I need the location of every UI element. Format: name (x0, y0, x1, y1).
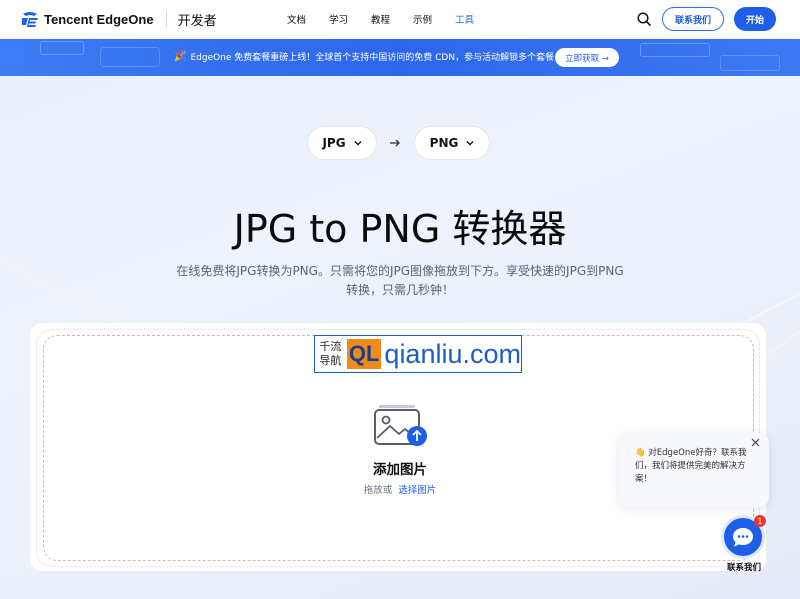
nav-learn[interactable]: 学习 (329, 12, 348, 26)
brand-section: 开发者 (177, 13, 217, 29)
banner-message: 🎉 EdgeOne 免费套餐重磅上线！全球首个支持中国访问的免费 CDN，参与活… (174, 50, 563, 63)
start-button[interactable]: 开始 (734, 7, 776, 31)
from-format-label: JPG (322, 136, 346, 150)
chat-popup: 👋 对EdgeOne好奇？联系我们，我们将提供完美的解决方案！ (619, 433, 769, 507)
page-title: JPG to PNG 转换器 (233, 207, 567, 251)
brand-logo[interactable]: Tencent EdgeOne 开发者 (20, 9, 217, 29)
qianliu-watermark: 千流 导航 QL qianliu.com (314, 335, 522, 373)
banner-decoration (720, 55, 780, 71)
image-upload-icon (374, 405, 427, 446)
watermark-cn-top: 千流 (319, 340, 342, 353)
chevron-down-icon (354, 141, 362, 146)
nav-tools[interactable]: 工具 (455, 12, 474, 26)
nav-docs[interactable]: 文档 (287, 12, 306, 26)
main-nav: 文档 学习 教程 示例 工具 (287, 12, 497, 26)
from-format-select[interactable]: JPG (307, 126, 377, 160)
chevron-down-icon (466, 141, 474, 146)
page-description: 在线免费将JPG转换为PNG。只需将您的JPG图像拖放到下方。享受快速的JPG到… (176, 264, 624, 297)
banner-decoration (40, 41, 84, 55)
search-icon[interactable] (636, 11, 652, 27)
banner-text: EdgeOne 免费套餐重磅上线！全球首个支持中国访问的免费 CDN，参与活动解… (190, 53, 564, 63)
chat-bubble-icon (733, 528, 753, 547)
to-format-label: PNG (429, 136, 459, 150)
watermark-cn-bottom: 导航 (319, 354, 342, 367)
promo-banner: 🎉 EdgeOne 免费套餐重磅上线！全球首个支持中国访问的免费 CDN，参与活… (0, 39, 800, 76)
party-popper-icon: 🎉 (174, 51, 187, 62)
chat-notification-badge: 1 (754, 515, 766, 527)
banner-decoration (100, 47, 160, 67)
arrow-right-icon (390, 139, 400, 147)
brand-name: Tencent EdgeOne (44, 11, 154, 27)
chat-label[interactable]: 联系我们 (718, 561, 770, 573)
select-image-link[interactable]: 选择图片 (398, 485, 436, 496)
chat-message: 👋 对EdgeOne好奇？联系我们，我们将提供完美的解决方案！ (635, 448, 747, 484)
to-format-select[interactable]: PNG (414, 126, 490, 160)
contact-us-button[interactable]: 联系我们 (662, 7, 724, 31)
banner-cta-button[interactable]: 立即获取 → (555, 48, 619, 67)
watermark-domain: qianliu.com (384, 338, 521, 369)
brand-divider (165, 11, 167, 27)
nav-tutorials[interactable]: 教程 (371, 12, 390, 26)
drag-hint: 拖放或 (363, 485, 393, 496)
close-icon[interactable] (751, 438, 760, 447)
watermark-cn-text: 千流 导航 (316, 340, 345, 368)
watermark-logo: QL (346, 339, 382, 369)
nav-examples[interactable]: 示例 (413, 12, 432, 26)
banner-decoration (640, 43, 710, 57)
edgeone-logo-icon (22, 12, 38, 27)
top-header: Tencent EdgeOne 开发者 文档 学习 教程 示例 工具 联系我们 … (0, 0, 800, 39)
